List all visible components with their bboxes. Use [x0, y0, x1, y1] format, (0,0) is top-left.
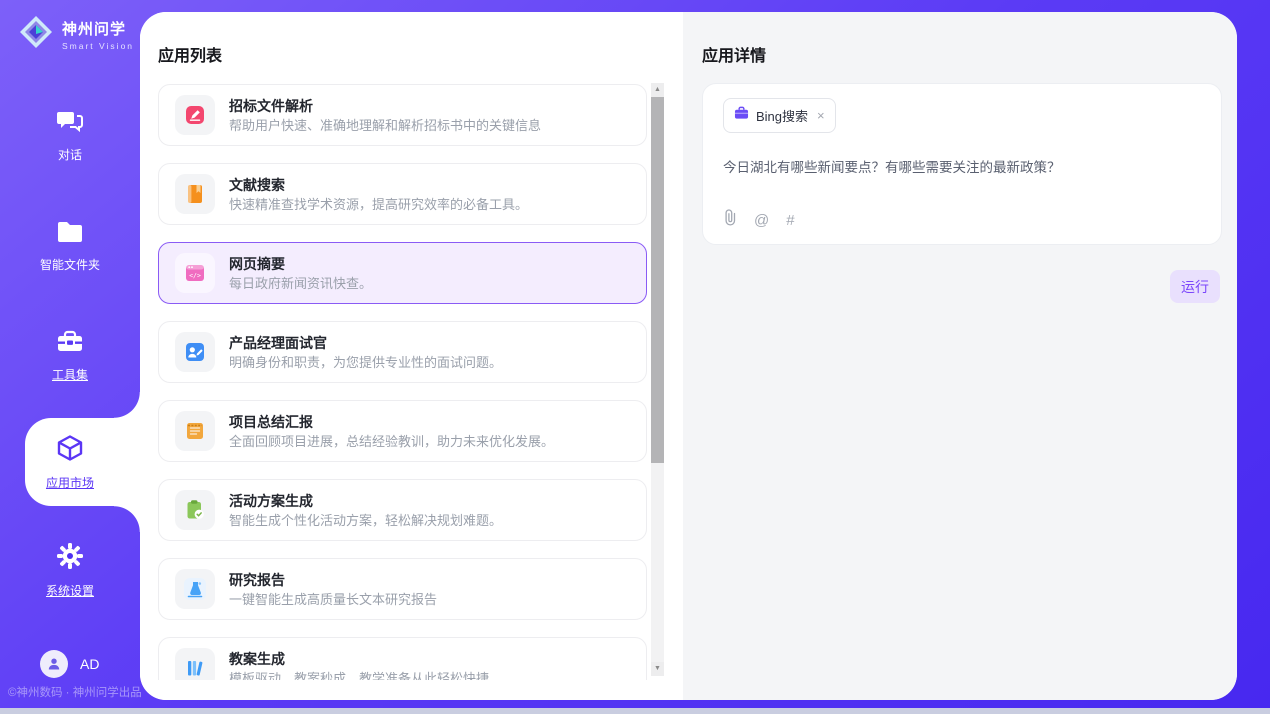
app-card[interactable]: 活动方案生成智能生成个性化活动方案，轻松解决规划难题。 — [158, 479, 647, 541]
paperclip-icon[interactable] — [723, 209, 737, 231]
app-card[interactable]: </> 网页摘要每日政府新闻资讯快查。 — [158, 242, 647, 304]
briefcase-icon — [734, 106, 749, 125]
app-card-title: 活动方案生成 — [229, 493, 502, 509]
main-content: 应用列表 招标文件解析帮助用户快速、准确地理解和解析招标书中的关键信息文献搜索快… — [140, 12, 1237, 700]
gear-icon — [56, 557, 84, 574]
app-logo: 神州问学 Smart Vision — [0, 0, 140, 55]
app-detail-panel: 应用详情 Bing搜索 × 今日湖北有哪些新闻要点？有哪些需要关注的最新政策？ — [683, 12, 1237, 700]
app-card-desc: 模板驱动，教案秒成，教学准备从此轻松快捷 — [229, 671, 489, 681]
sidebar-item-label: 系统设置 — [46, 582, 94, 599]
interviewer-icon — [175, 332, 215, 372]
app-card-title: 研究报告 — [229, 572, 437, 588]
mention-icon[interactable]: @ — [754, 212, 769, 229]
app-card-desc: 明确身份和职责，为您提供专业性的面试问题。 — [229, 355, 502, 370]
app-list-scrollbar[interactable]: ▲ ▼ — [651, 83, 664, 676]
app-card-title: 项目总结汇报 — [229, 414, 554, 430]
app-card-desc: 帮助用户快速、准确地理解和解析招标书中的关键信息 — [229, 118, 541, 133]
cube-icon — [56, 449, 84, 466]
sidebar-item-label: 对话 — [58, 146, 82, 163]
prompt-text[interactable]: 今日湖北有哪些新闻要点？有哪些需要关注的最新政策？ — [723, 159, 1201, 177]
app-card-desc: 每日政府新闻资讯快查。 — [229, 276, 372, 291]
window-bottom-edge — [0, 708, 1270, 714]
sidebar-item-folders[interactable]: 智能文件夹 — [0, 220, 140, 274]
research-icon — [175, 569, 215, 609]
folder-icon — [56, 231, 84, 248]
app-card-title: 网页摘要 — [229, 256, 372, 272]
bing-search-tag[interactable]: Bing搜索 × — [723, 98, 836, 133]
svg-text:</>: </> — [189, 272, 201, 280]
app-card-title: 文献搜索 — [229, 177, 528, 193]
clipboard-check-icon — [175, 490, 215, 530]
chat-icon — [56, 121, 84, 138]
app-card-desc: 全面回顾项目进展，总结经验教训，助力未来优化发展。 — [229, 434, 554, 449]
app-card[interactable]: 文献搜索快速精准查找学术资源，提高研究效率的必备工具。 — [158, 163, 647, 225]
app-list-panel: 应用列表 招标文件解析帮助用户快速、准确地理解和解析招标书中的关键信息文献搜索快… — [140, 12, 683, 700]
app-card-title: 产品经理面试官 — [229, 335, 502, 351]
sidebar-item-label: 应用市场 — [46, 474, 94, 491]
app-list-title: 应用列表 — [158, 42, 222, 66]
app-card[interactable]: 研究报告一键智能生成高质量长文本研究报告 — [158, 558, 647, 620]
scroll-up-icon[interactable]: ▲ — [651, 83, 664, 97]
prompt-editor[interactable]: Bing搜索 × 今日湖北有哪些新闻要点？有哪些需要关注的最新政策？ @ # — [702, 83, 1222, 245]
run-button[interactable]: 运行 — [1170, 270, 1220, 303]
sidebar-item-market[interactable]: 应用市场 — [0, 434, 140, 492]
browser-code-icon: </> — [175, 253, 215, 293]
sidebar-item-chat[interactable]: 对话 — [0, 108, 140, 164]
app-card-desc: 一键智能生成高质量长文本研究报告 — [229, 592, 437, 607]
app-card-desc: 智能生成个性化活动方案，轻松解决规划难题。 — [229, 513, 502, 528]
app-card-desc: 快速精准查找学术资源，提高研究效率的必备工具。 — [229, 197, 528, 212]
toolbox-icon — [56, 341, 84, 358]
tag-label: Bing搜索 — [756, 106, 808, 125]
copyright-text: ©神州数码 · 神州问学出品 — [8, 684, 142, 700]
sidebar-item-tools[interactable]: 工具集 — [0, 330, 140, 384]
tag-close-icon[interactable]: × — [817, 108, 825, 123]
logo-diamond-icon — [18, 14, 54, 55]
app-card-list: 招标文件解析帮助用户快速、准确地理解和解析招标书中的关键信息文献搜索快速精准查找… — [158, 84, 647, 680]
user-name: AD — [80, 656, 99, 672]
user-row[interactable]: AD — [40, 650, 99, 678]
note-icon — [175, 411, 215, 451]
sidebar-item-settings[interactable]: 系统设置 — [0, 542, 140, 600]
sidebar: 神州问学 Smart Vision 对话智能文件夹工具集应用市场系统设置 AD … — [0, 0, 140, 708]
app-card-title: 招标文件解析 — [229, 98, 541, 114]
attachment-toolbar: @ # — [723, 209, 795, 231]
pen-square-icon — [175, 95, 215, 135]
books-icon — [175, 648, 215, 680]
scroll-down-icon[interactable]: ▼ — [651, 662, 664, 676]
scrollbar-thumb[interactable] — [651, 97, 664, 463]
logo-subtitle: Smart Vision — [62, 41, 134, 51]
logo-title: 神州问学 — [62, 18, 134, 39]
hashtag-icon[interactable]: # — [786, 212, 794, 229]
app-card[interactable]: 项目总结汇报全面回顾项目进展，总结经验教训，助力未来优化发展。 — [158, 400, 647, 462]
user-avatar-icon[interactable] — [40, 650, 68, 678]
sidebar-item-label: 工具集 — [52, 366, 88, 383]
app-card-title: 教案生成 — [229, 651, 489, 667]
app-detail-title: 应用详情 — [702, 42, 766, 66]
sidebar-item-label: 智能文件夹 — [40, 256, 100, 273]
app-card[interactable]: 产品经理面试官明确身份和职责，为您提供专业性的面试问题。 — [158, 321, 647, 383]
book-icon — [175, 174, 215, 214]
app-card[interactable]: 教案生成模板驱动，教案秒成，教学准备从此轻松快捷 — [158, 637, 647, 680]
app-card[interactable]: 招标文件解析帮助用户快速、准确地理解和解析招标书中的关键信息 — [158, 84, 647, 146]
